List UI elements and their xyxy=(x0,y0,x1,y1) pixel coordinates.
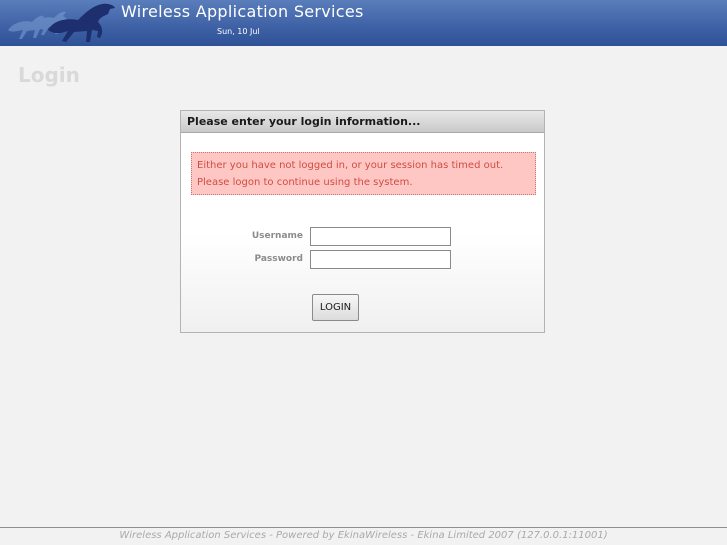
app-title: Wireless Application Services xyxy=(121,2,364,21)
login-button[interactable]: LOGIN xyxy=(312,294,359,321)
app-header: Wireless Application Services Sun, 10 Ju… xyxy=(0,0,727,46)
username-label: Username xyxy=(251,231,303,241)
header-date: Sun, 10 Jul xyxy=(217,27,260,36)
error-line-2: Please logon to continue using the syste… xyxy=(197,177,413,188)
password-input[interactable] xyxy=(310,250,451,269)
page-title: Login xyxy=(18,63,80,87)
error-line-1: Either you have not logged in, or your s… xyxy=(197,160,504,171)
login-panel: Please enter your login information... E… xyxy=(180,110,545,333)
page-footer: Wireless Application Services - Powered … xyxy=(0,527,727,545)
session-error-message: Either you have not logged in, or your s… xyxy=(191,152,536,195)
login-panel-heading: Please enter your login information... xyxy=(181,111,544,133)
password-label: Password xyxy=(254,254,303,264)
username-input[interactable] xyxy=(310,227,451,246)
horse-logo-icon xyxy=(8,3,115,42)
